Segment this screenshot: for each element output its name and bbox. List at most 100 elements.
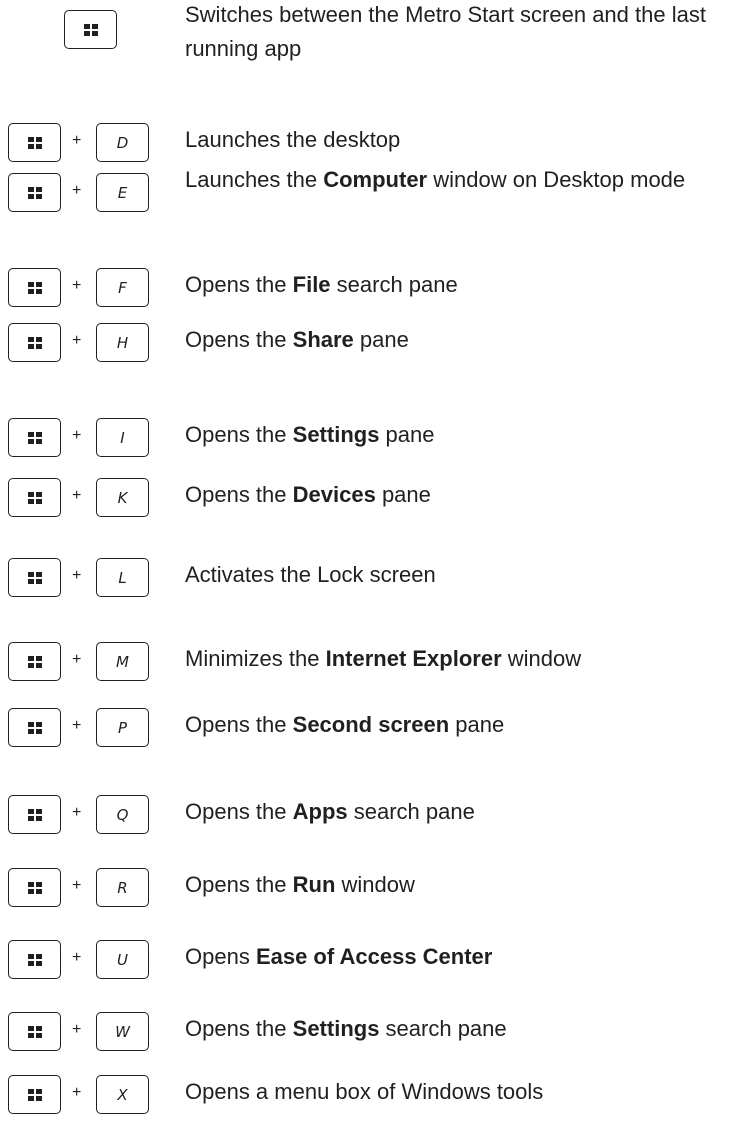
- windows-logo-icon: [27, 336, 42, 349]
- shortcut-description: Opens the Run window: [185, 868, 745, 902]
- description-text: Opens the: [185, 872, 293, 897]
- plus-sign: +: [72, 804, 82, 821]
- windows-logo-icon: [27, 808, 42, 821]
- description-text: Opens the: [185, 799, 293, 824]
- description-bold-term: Ease of Access Center: [255, 944, 493, 969]
- plus-sign: +: [72, 332, 82, 349]
- letter-key: I: [96, 418, 149, 457]
- letter-key: F: [96, 268, 149, 307]
- key-combination: + U: [8, 940, 168, 980]
- description-text-end: window: [501, 646, 582, 671]
- windows-logo-icon: [83, 23, 98, 36]
- letter-key: D: [96, 123, 149, 162]
- windows-logo-icon: [27, 136, 42, 149]
- description-text: Opens the: [185, 712, 293, 737]
- description-bold-term: Share: [292, 327, 354, 352]
- plus-sign: +: [72, 567, 82, 584]
- plus-sign: +: [72, 717, 82, 734]
- windows-key: [8, 868, 61, 907]
- description-text: Opens the: [185, 1016, 293, 1041]
- windows-key: [8, 1075, 61, 1114]
- description-text: Opens: [185, 944, 256, 969]
- description-text: Minimizes the: [185, 646, 326, 671]
- shortcut-description: Opens the Apps search pane: [185, 795, 745, 829]
- windows-logo-icon: [27, 186, 42, 199]
- description-text: Launches the: [185, 167, 324, 192]
- windows-logo-icon: [27, 953, 42, 966]
- windows-key: [8, 323, 61, 362]
- key-combination: + K: [8, 478, 168, 518]
- letter-key: R: [96, 868, 149, 907]
- windows-key: [64, 10, 117, 49]
- windows-key: [8, 268, 61, 307]
- windows-key: [8, 642, 61, 681]
- letter-key: W: [96, 1012, 149, 1051]
- shortcut-description: Opens Ease of Access Center: [185, 940, 745, 974]
- description-text: Opens the: [185, 422, 293, 447]
- plus-sign: +: [72, 949, 82, 966]
- description-text-end: pane: [375, 482, 431, 507]
- shortcut-description: Opens the Second screen pane: [185, 708, 745, 742]
- description-text-end: pane: [353, 327, 409, 352]
- key-combination: + H: [8, 323, 168, 363]
- key-combination: + Q: [8, 795, 168, 835]
- description-text-end: search pane: [330, 272, 458, 297]
- shortcut-description: Launches the Computer window on Desktop …: [185, 163, 745, 197]
- shortcut-description: Launches the desktop: [185, 123, 745, 157]
- description-text-end: pane: [449, 712, 505, 737]
- windows-logo-icon: [27, 655, 42, 668]
- windows-logo-icon: [27, 1088, 42, 1101]
- windows-logo-icon: [27, 1025, 42, 1038]
- windows-logo-icon: [27, 281, 42, 294]
- key-combination: + I: [8, 418, 168, 458]
- windows-key: [8, 558, 61, 597]
- description-text-end: pane: [379, 422, 435, 447]
- plus-sign: +: [72, 277, 82, 294]
- description-text: Launches the desktop: [185, 127, 401, 152]
- windows-logo-icon: [27, 571, 42, 584]
- key-combination: [8, 10, 168, 50]
- letter-key: E: [96, 173, 149, 212]
- letter-key: K: [96, 478, 149, 517]
- letter-key: M: [96, 642, 149, 681]
- plus-sign: +: [72, 651, 82, 668]
- plus-sign: +: [72, 427, 82, 444]
- letter-key: L: [96, 558, 149, 597]
- description-bold-term: Settings: [292, 1016, 380, 1041]
- windows-key: [8, 123, 61, 162]
- description-text: Opens the: [185, 272, 293, 297]
- shortcut-description: Opens the Settings search pane: [185, 1012, 745, 1046]
- shortcut-description: Switches between the Metro Start screen …: [185, 0, 745, 66]
- description-text: Opens the: [185, 482, 293, 507]
- letter-key: P: [96, 708, 149, 747]
- description-bold-term: File: [292, 272, 331, 297]
- key-combination: + W: [8, 1012, 168, 1052]
- description-bold-term: Devices: [292, 482, 376, 507]
- key-combination: + X: [8, 1075, 168, 1115]
- plus-sign: +: [72, 487, 82, 504]
- description-text-end: search pane: [347, 799, 475, 824]
- shortcut-description: Minimizes the Internet Explorer window: [185, 642, 745, 676]
- letter-key: X: [96, 1075, 149, 1114]
- plus-sign: +: [72, 132, 82, 149]
- description-text: Opens a menu box of Windows tools: [185, 1079, 544, 1104]
- windows-key: [8, 708, 61, 747]
- description-text: Opens the: [185, 327, 293, 352]
- windows-logo-icon: [27, 881, 42, 894]
- description-bold-term: Run: [292, 872, 336, 897]
- shortcut-description: Opens the Settings pane: [185, 418, 745, 452]
- plus-sign: +: [72, 1021, 82, 1038]
- windows-logo-icon: [27, 491, 42, 504]
- plus-sign: +: [72, 877, 82, 894]
- description-bold-term: Apps: [292, 799, 348, 824]
- letter-key: H: [96, 323, 149, 362]
- windows-key: [8, 418, 61, 457]
- windows-key: [8, 795, 61, 834]
- key-combination: + M: [8, 642, 168, 682]
- key-combination: + R: [8, 868, 168, 908]
- description-bold-term: Second screen: [292, 712, 450, 737]
- plus-sign: +: [72, 182, 82, 199]
- description-bold-term: Internet Explorer: [325, 646, 502, 671]
- description-bold-term: Computer: [323, 167, 428, 192]
- shortcut-description: Opens a menu box of Windows tools: [185, 1075, 745, 1109]
